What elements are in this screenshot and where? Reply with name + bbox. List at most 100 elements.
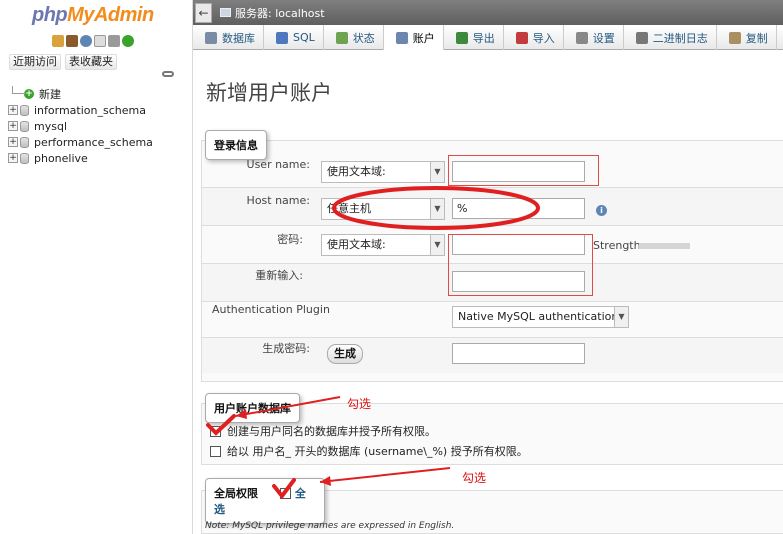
create-same-name-db-option[interactable]: 创建与用户同名的数据库并授予所有权限。	[210, 423, 436, 439]
expand-icon[interactable]: +	[8, 137, 18, 147]
tree-item-label: 新建	[39, 88, 61, 101]
top-menu: 数据库 SQL 状态 账户 导出 导入 设置 二进制日志 复制	[193, 25, 783, 50]
user-database-legend: 用户账户数据库	[205, 393, 300, 423]
password-label: 密码:	[277, 233, 303, 246]
tree-item-performance-schema[interactable]: + performance_schema	[8, 134, 153, 150]
binlog-icon	[635, 31, 648, 44]
sql-window-icon[interactable]	[66, 35, 78, 47]
tab-status[interactable]: 状态	[324, 25, 384, 50]
tab-binlog[interactable]: 二进制日志	[624, 25, 717, 50]
select-value: 使用文本域:	[327, 165, 386, 178]
chevron-down-icon: ▼	[614, 307, 628, 327]
username-label: User name:	[246, 158, 310, 171]
docs-icon[interactable]	[94, 35, 106, 47]
tree-item-mysql[interactable]: + mysql	[8, 118, 153, 134]
generate-password-label: 生成密码:	[262, 342, 310, 355]
database-icon	[20, 136, 29, 148]
auth-plugin-select[interactable]: Native MySQL authentication ▼	[452, 306, 629, 328]
username-type-select[interactable]: 使用文本域: ▼	[321, 161, 445, 183]
password-type-select[interactable]: 使用文本域: ▼	[321, 234, 445, 256]
chevron-down-icon: ▼	[430, 162, 444, 182]
hostname-type-select[interactable]: 任意主机 ▼	[321, 198, 445, 220]
phpmyadmin-logo[interactable]: phpMyAdmin	[32, 4, 154, 27]
tab-label: 设置	[592, 31, 615, 45]
export-icon	[455, 31, 468, 44]
recent-tab[interactable]: 近期访问	[9, 54, 61, 70]
replication-icon	[728, 31, 741, 44]
tree-item-label: mysql	[34, 119, 67, 133]
option-label: 给以 用户名_ 开头的数据库 (username\_%) 授予所有权限。	[227, 445, 528, 458]
tab-label: 导出	[472, 31, 495, 45]
expand-icon[interactable]: +	[8, 153, 18, 163]
tab-export[interactable]: 导出	[444, 25, 504, 50]
tree-item-label: performance_schema	[34, 135, 153, 149]
navigation-panel: phpMyAdmin 近期访问 表收藏夹 + 新建 + information_…	[0, 0, 193, 534]
accounts-icon	[395, 31, 408, 44]
database-icon	[20, 120, 29, 132]
tree-item-new[interactable]: + 新建	[8, 86, 153, 102]
home-icon[interactable]	[52, 35, 64, 47]
tree-branch-line	[12, 86, 26, 94]
link-icon[interactable]	[162, 71, 174, 77]
tab-sql[interactable]: SQL	[264, 25, 324, 50]
collapse-nav-button[interactable]: ←	[195, 2, 212, 23]
database-icon	[20, 152, 29, 164]
tab-accounts[interactable]: 账户	[383, 25, 444, 50]
select-value: 任意主机	[327, 202, 371, 215]
grant-wildcard-option[interactable]: 给以 用户名_ 开头的数据库 (username\_%) 授予所有权限。	[210, 443, 528, 459]
auth-plugin-label: Authentication Plugin	[212, 303, 330, 316]
hostname-input[interactable]: %	[452, 198, 585, 219]
privileges-note: Note: MySQL privilege names are expresse…	[205, 521, 455, 531]
chevron-down-icon: ▼	[430, 235, 444, 255]
annotation-check-text-2: 勾选	[462, 471, 487, 485]
expand-icon[interactable]: +	[8, 121, 18, 131]
expand-icon[interactable]: +	[8, 105, 18, 115]
database-icon	[205, 31, 217, 44]
gear-icon[interactable]	[108, 35, 120, 47]
tab-label: 导入	[532, 31, 555, 45]
wrench-icon	[575, 31, 588, 44]
annotation-box-username	[448, 155, 599, 186]
tree-item-phonelive[interactable]: + phonelive	[8, 150, 153, 166]
logo-php-text: php	[32, 4, 68, 26]
option-label: 创建与用户同名的数据库并授予所有权限。	[227, 425, 436, 438]
password-strength-meter	[639, 243, 690, 249]
status-icon	[335, 31, 348, 44]
select-value: Native MySQL authentication	[458, 310, 619, 323]
retype-label: 重新输入:	[255, 269, 303, 282]
server-breadcrumb[interactable]: 服务器: localhost	[220, 5, 325, 21]
favorites-tab[interactable]: 表收藏夹	[65, 54, 117, 70]
info-icon[interactable]: i	[596, 205, 607, 216]
tab-label: 复制	[745, 31, 768, 45]
tab-label: 状态	[352, 31, 375, 45]
tab-label: 账户	[412, 31, 435, 45]
annotation-box-password	[448, 234, 593, 296]
generated-password-input[interactable]	[452, 343, 585, 364]
strength-label: Strength:	[593, 239, 645, 252]
tab-settings[interactable]: 设置	[564, 25, 624, 50]
legend-text: 全局权限	[214, 487, 258, 500]
create-db-checkbox[interactable]	[210, 426, 221, 437]
help-icon[interactable]	[80, 35, 92, 47]
tab-import[interactable]: 导入	[504, 25, 564, 50]
annotation-arrow-2	[319, 467, 451, 483]
import-icon	[515, 31, 528, 44]
nav-icon-bar	[52, 35, 134, 47]
reload-icon[interactable]	[122, 35, 134, 47]
nav-tabs: 近期访问 表收藏夹	[9, 54, 117, 70]
tab-label: 二进制日志	[652, 31, 708, 45]
database-icon	[20, 104, 29, 116]
chevron-down-icon: ▼	[430, 199, 444, 219]
generate-password-button[interactable]: 生成	[327, 344, 363, 364]
select-all-checkbox[interactable]	[279, 488, 291, 499]
tree-item-label: phonelive	[34, 151, 88, 165]
server-breadcrumb-bar: ← 服务器: localhost	[193, 0, 783, 25]
grant-wildcard-checkbox[interactable]	[210, 446, 221, 457]
tab-databases[interactable]: 数据库	[193, 25, 264, 50]
login-info-legend: 登录信息	[205, 130, 267, 160]
tab-label: SQL	[293, 31, 315, 44]
server-label-text: 服务器: localhost	[235, 6, 325, 20]
annotation-check-text-1: 勾选	[347, 397, 372, 411]
tree-item-information-schema[interactable]: + information_schema	[8, 102, 153, 118]
tab-replication[interactable]: 复制	[717, 25, 777, 50]
